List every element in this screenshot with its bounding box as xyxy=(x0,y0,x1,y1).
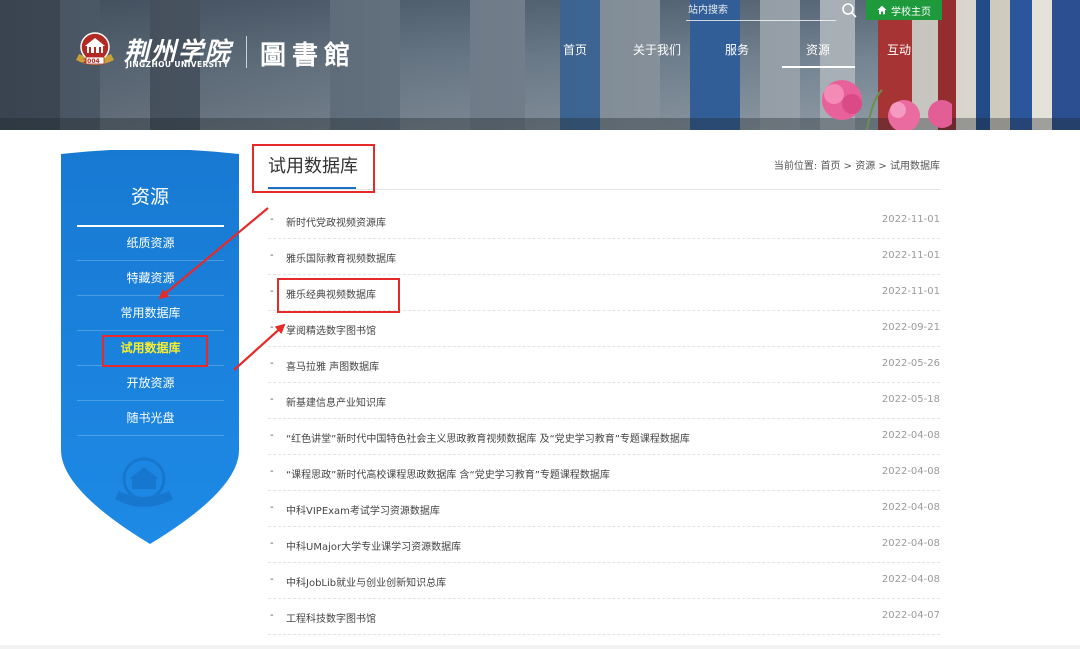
list-item[interactable]: - 中科UMajor大学专业课学习资源数据库 2022-04-08 xyxy=(268,527,940,563)
list-item[interactable]: - “红色讲堂”新时代中国特色社会主义思政教育视频数据库 及“党史学习教育”专题课… xyxy=(268,419,940,455)
nav-resources[interactable]: 资源 xyxy=(806,41,830,58)
list-bullet: - xyxy=(270,430,274,441)
list-item-title[interactable]: 掌阅精选数字图书馆 xyxy=(286,322,376,337)
list-bullet: - xyxy=(270,574,274,585)
university-emblem-icon xyxy=(115,457,173,507)
list-item[interactable]: - 雅乐经典视频数据库 2022-11-01 xyxy=(268,275,940,311)
list-item[interactable]: - “课程思政”新时代高校课程思政数据库 含“党史学习教育”专题课程数据库 2022… xyxy=(268,455,940,491)
nav-interaction[interactable]: 互动 xyxy=(887,41,911,58)
list-item-date: 2022-04-08 xyxy=(881,538,940,549)
list-item-title[interactable]: 中科UMajor大学专业课学习资源数据库 xyxy=(286,538,461,553)
list-item-date: 2022-05-26 xyxy=(881,358,940,369)
page-title: 试用数据库 xyxy=(268,156,358,177)
list-item-date: 2022-09-21 xyxy=(881,322,940,333)
sidebar-item-open-resources[interactable]: 开放资源 xyxy=(77,366,224,401)
page: 2004 荆州学院 JINGZHOU UNIVERSITY 圖書館 学校主页 首… xyxy=(0,0,1080,649)
list-item-date: 2022-11-01 xyxy=(881,286,940,297)
nav-home[interactable]: 首页 xyxy=(563,41,587,58)
list-item[interactable]: - 雅乐国际教育视频数据库 2022-11-01 xyxy=(268,239,940,275)
breadcrumb-current: 试用数据库 xyxy=(890,161,940,172)
list-item[interactable]: - 工程科技数字图书馆 2022-04-07 xyxy=(268,599,940,635)
sidebar-item-special-collections[interactable]: 特藏资源 xyxy=(77,261,224,296)
list-bullet: - xyxy=(270,358,274,369)
list-item-title[interactable]: 雅乐经典视频数据库 xyxy=(286,286,376,301)
search-icon[interactable] xyxy=(841,2,857,18)
logo-divider xyxy=(246,36,247,68)
footer-divider xyxy=(0,645,1080,649)
header-banner: 2004 荆州学院 JINGZHOU UNIVERSITY 圖書館 学校主页 首… xyxy=(0,0,1080,130)
list-bullet: - xyxy=(270,610,274,621)
flower-decor-icon xyxy=(822,80,952,130)
nav-service[interactable]: 服务 xyxy=(725,41,749,58)
list-item-title[interactable]: 喜马拉雅 声图数据库 xyxy=(286,358,379,373)
breadcrumb-home[interactable]: 首页 xyxy=(820,161,840,172)
list-item-date: 2022-04-08 xyxy=(881,466,940,477)
list-item-date: 2022-04-07 xyxy=(881,610,940,621)
list-bullet: - xyxy=(270,286,274,297)
logo-year: 2004 xyxy=(83,58,100,65)
school-home-button[interactable]: 学校主页 xyxy=(866,0,942,20)
list-item-date: 2022-04-08 xyxy=(881,430,940,441)
list-item-date: 2022-05-18 xyxy=(881,394,940,405)
sidebar-heading: 资源 xyxy=(130,186,169,208)
logo-university-en: JINGZHOU UNIVERSITY xyxy=(126,60,230,69)
list-item-date: 2022-11-01 xyxy=(881,250,940,261)
list-item-title[interactable]: “红色讲堂”新时代中国特色社会主义思政教育视频数据库 及“党史学习教育”专题课程… xyxy=(286,430,690,445)
breadcrumb-resources[interactable]: 资源 xyxy=(855,161,875,172)
list-bullet: - xyxy=(270,322,274,333)
list-item-date: 2022-11-01 xyxy=(881,214,940,225)
sidebar-item-book-cds[interactable]: 随书光盘 xyxy=(77,401,224,436)
list-item[interactable]: - 新时代党政视频资源库 2022-11-01 xyxy=(268,203,940,239)
list-item[interactable]: - 掌阅精选数字图书馆 2022-09-21 xyxy=(268,311,940,347)
search-box xyxy=(686,0,836,21)
list-item-date: 2022-04-08 xyxy=(881,502,940,513)
breadcrumb-separator: > xyxy=(878,161,887,172)
sidebar-item-print-resources[interactable]: 纸质资源 xyxy=(77,226,224,261)
school-home-label: 学校主页 xyxy=(891,6,931,18)
library-name: 圖書館 xyxy=(260,41,357,71)
list-item[interactable]: - 喜马拉雅 声图数据库 2022-05-26 xyxy=(268,347,940,383)
breadcrumb-separator: > xyxy=(843,161,853,172)
list-item-title[interactable]: “课程思政”新时代高校课程思政数据库 含“党史学习教育”专题课程数据库 xyxy=(286,466,610,481)
search-input[interactable] xyxy=(686,1,831,19)
home-icon xyxy=(877,5,887,15)
list-item-title[interactable]: 中科JobLib就业与创业创新知识总库 xyxy=(286,574,446,589)
list-item[interactable]: - 新基建信息产业知识库 2022-05-18 xyxy=(268,383,940,419)
breadcrumb: 当前位置: 首页 > 资源 > 试用数据库 xyxy=(774,157,940,172)
list-item[interactable]: - 中科JobLib就业与创业创新知识总库 2022-04-08 xyxy=(268,563,940,599)
list-item-title[interactable]: 工程科技数字图书馆 xyxy=(286,610,376,625)
list-item-title[interactable]: 新基建信息产业知识库 xyxy=(286,394,386,409)
breadcrumb-prefix: 当前位置: xyxy=(773,161,818,172)
database-list: - 新时代党政视频资源库 2022-11-01 - 雅乐国际教育视频数据库 2022-1… xyxy=(268,203,940,635)
list-bullet: - xyxy=(270,538,274,549)
list-item-date: 2022-04-08 xyxy=(881,574,940,585)
nav-about[interactable]: 关于我们 xyxy=(633,41,681,58)
list-bullet: - xyxy=(270,466,274,477)
list-item[interactable]: - 中科VIPExam考试学习资源数据库 2022-04-08 xyxy=(268,491,940,527)
sidebar-item-common-databases[interactable]: 常用数据库 xyxy=(77,296,224,331)
list-bullet: - xyxy=(270,250,274,261)
sidebar-item-trial-databases[interactable]: 试用数据库 xyxy=(77,331,224,366)
list-item-title[interactable]: 雅乐国际教育视频数据库 xyxy=(286,250,396,265)
list-bullet: - xyxy=(270,394,274,405)
nav-active-indicator xyxy=(782,66,855,68)
title-divider xyxy=(268,189,940,190)
list-item-title[interactable]: 中科VIPExam考试学习资源数据库 xyxy=(286,502,440,517)
list-bullet: - xyxy=(270,502,274,513)
list-item-title[interactable]: 新时代党政视频资源库 xyxy=(286,214,386,229)
list-bullet: - xyxy=(270,214,274,225)
